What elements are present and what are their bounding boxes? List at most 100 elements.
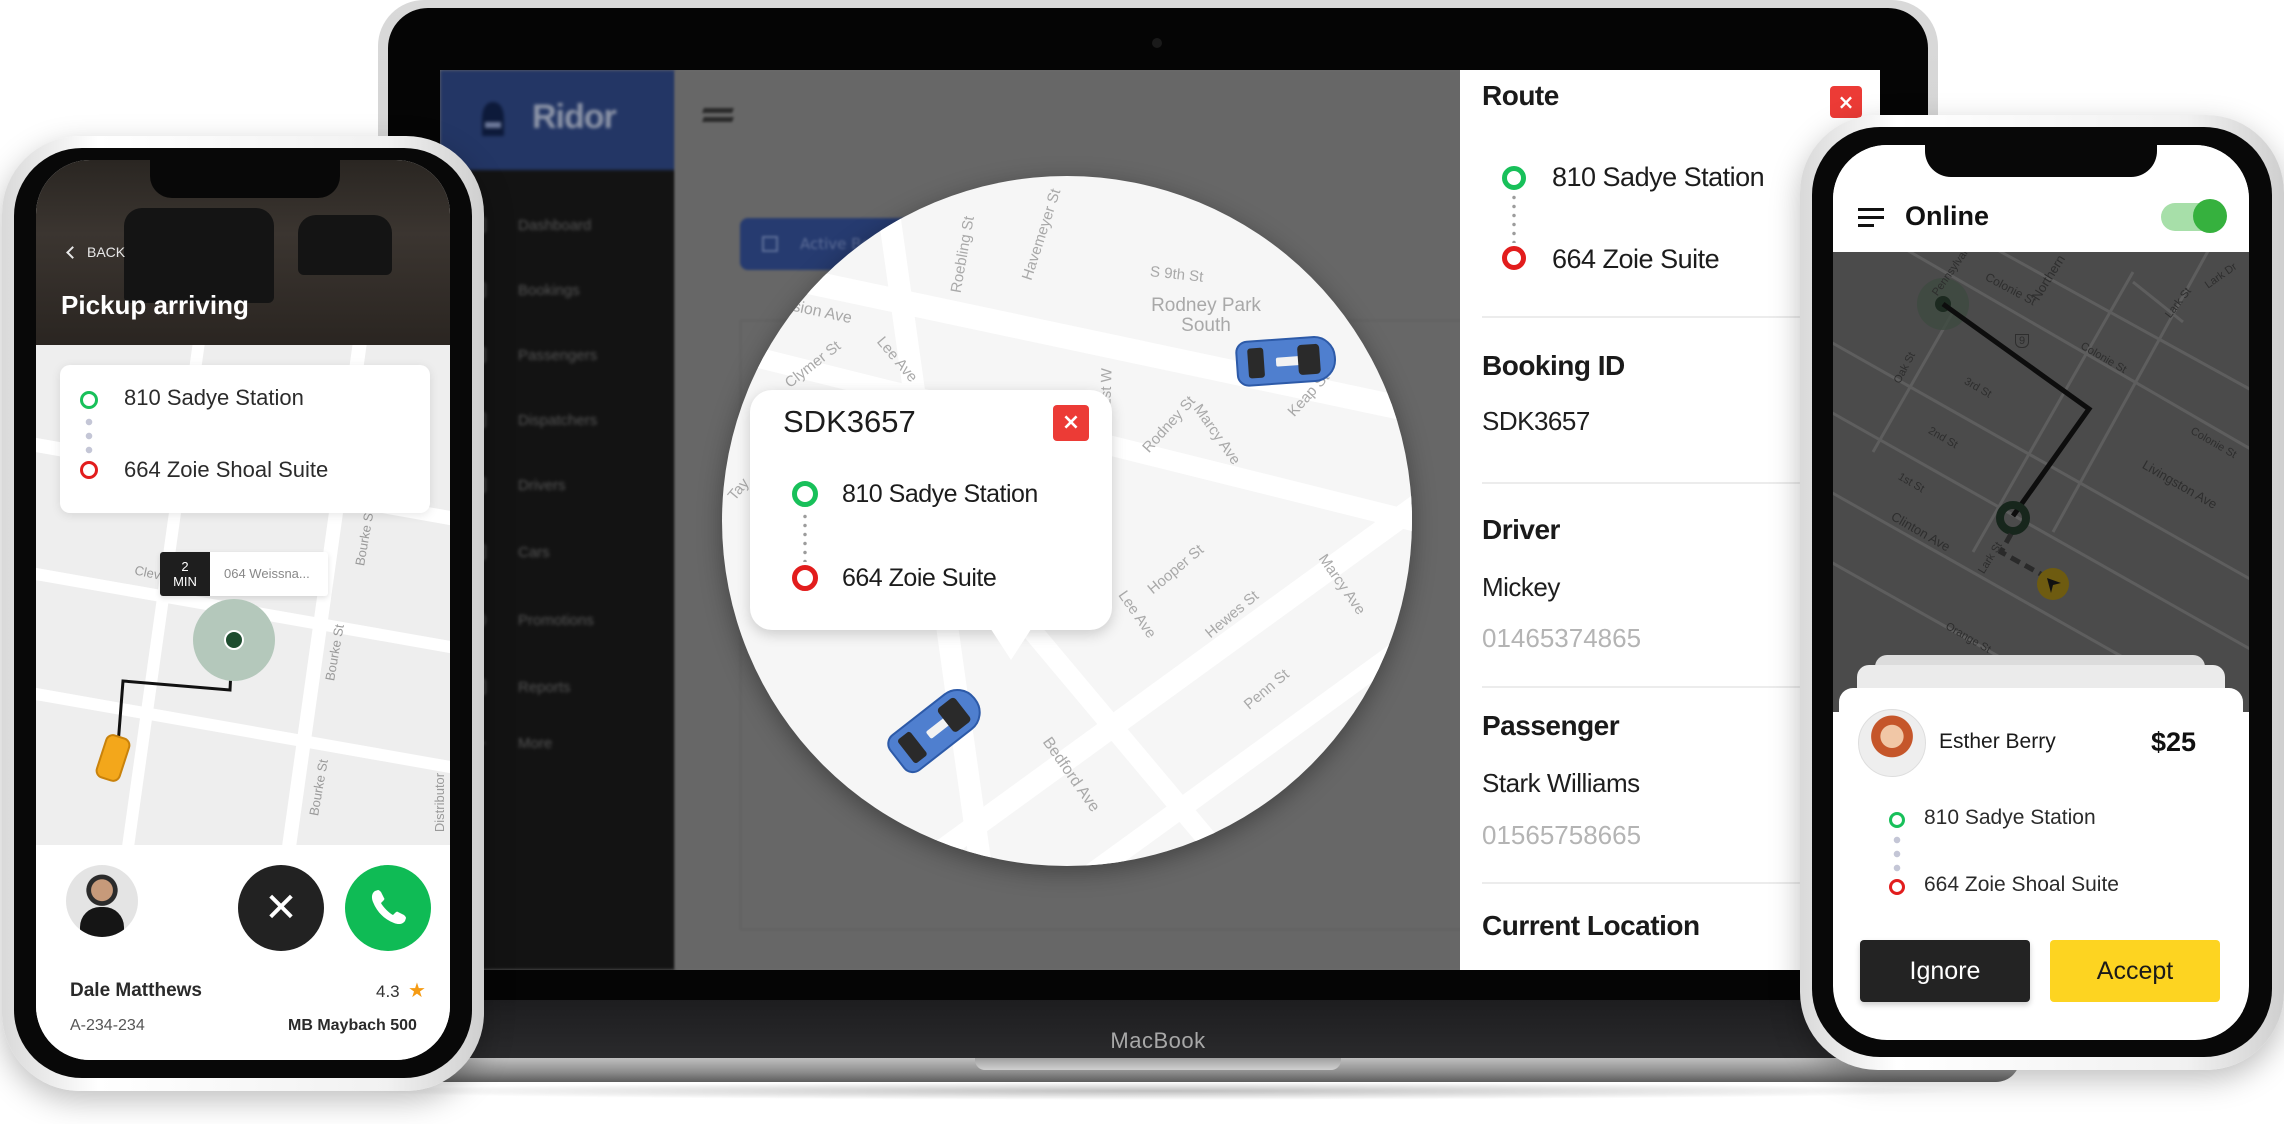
laptop-brand-label: MacBook <box>1110 1028 1206 1053</box>
dropoff-marker-icon <box>1502 246 1526 270</box>
pickup-marker-icon <box>1502 166 1526 190</box>
menu-icon[interactable] <box>1858 208 1884 228</box>
driver-name: Mickey <box>1482 572 1560 602</box>
sidebar-item-label: Passengers <box>518 346 598 364</box>
street-label: Penn St <box>1240 665 1293 714</box>
phone-icon <box>371 890 406 925</box>
passenger-avatar <box>1858 709 1926 777</box>
street-label: Roebling St <box>947 214 978 295</box>
list-icon <box>762 236 778 252</box>
screen-title: Pickup arriving <box>61 290 249 320</box>
sidebar-item-label: Dashboard <box>518 216 592 234</box>
back-button[interactable]: BACK <box>66 244 126 260</box>
request-dropoff: 664 Zoie Shoal Suite <box>1924 873 2119 896</box>
pickup-marker-icon <box>80 391 98 409</box>
sidebar-item-label: Cars <box>518 543 550 561</box>
route-connector <box>803 512 807 562</box>
sidebar-item-label: Drivers <box>518 476 566 494</box>
booking-id-heading: Booking ID <box>1482 350 1625 381</box>
sidebar-item-label: Reports <box>518 678 571 696</box>
sidebar-item-label: Dispatchers <box>518 411 598 429</box>
driver-status-label: Online <box>1905 201 1990 231</box>
laptop-camera <box>1152 38 1162 48</box>
close-popup-button[interactable]: × <box>1053 405 1089 441</box>
driver-phone[interactable]: 01465374865 <box>1482 623 1641 654</box>
close-panel-button[interactable]: × <box>1830 86 1862 118</box>
driver-name: Dale Matthews <box>70 980 202 1001</box>
menu-toggle-button[interactable] <box>702 108 734 130</box>
request-pickup: 810 Sadye Station <box>1924 806 2096 829</box>
route-shield: 9 <box>2015 334 2030 348</box>
phone-notch <box>150 160 340 198</box>
popup-dropoff: 664 Zoie Suite <box>842 564 997 592</box>
cancel-ride-button[interactable]: ✕ <box>238 865 324 951</box>
driver-avatar <box>66 865 138 937</box>
eta-minutes: 2 MIN <box>160 552 210 596</box>
ignore-button[interactable]: Ignore <box>1860 940 2030 1002</box>
sidebar-item-label: Bookings <box>518 281 580 299</box>
street-label: Tay <box>724 475 753 504</box>
eta-unit: MIN <box>173 574 197 589</box>
street-label: Rodney St <box>1139 392 1199 457</box>
passenger-name: Esther Berry <box>1939 730 2056 753</box>
booking-id-value: SDK3657 <box>1482 406 1590 436</box>
street-label: sion Ave <box>790 297 854 328</box>
phone-notch <box>1925 145 2157 177</box>
driver-heading: Driver <box>1482 514 1560 545</box>
sidebar-item-drivers[interactable]: Drivers <box>470 470 566 500</box>
passenger-heading: Passenger <box>1482 710 1620 741</box>
area-label: Rodney Park South <box>1151 295 1261 336</box>
accept-button[interactable]: Accept <box>2050 940 2220 1002</box>
street-label: Hooper St <box>1144 541 1208 598</box>
route-connector <box>1892 833 1902 875</box>
eta-badge: 2 MIN 064 Weissna... <box>160 552 328 596</box>
pickup-location-marker <box>224 630 244 650</box>
eta-value: 2 <box>181 559 189 574</box>
star-icon: ★ <box>408 978 426 1002</box>
vehicle-marker[interactable] <box>1234 334 1338 388</box>
driver-rating: 4.3 <box>376 982 400 1001</box>
brand-name: Ridor <box>532 98 617 136</box>
sidebar-item-dispatchers[interactable]: Dispatchers <box>470 405 597 435</box>
sidebar-item-passengers[interactable]: Passengers <box>470 340 597 370</box>
online-toggle-knob[interactable] <box>2193 199 2227 233</box>
dropoff-marker-icon <box>80 461 98 479</box>
laptop-shadow <box>340 1082 1980 1100</box>
sidebar-item-reports[interactable]: Reports <box>470 672 571 702</box>
hero-car-image <box>124 208 274 303</box>
sidebar-item-dashboard[interactable]: Dashboard <box>470 210 591 240</box>
call-driver-button[interactable] <box>345 865 431 951</box>
pickup-marker-icon <box>792 481 818 507</box>
popup-booking-id: SDK3657 <box>783 404 916 439</box>
trip-route-card: 810 Sadye Station 664 Zoie Shoal Suite <box>60 365 430 513</box>
street-label: Havemeyer St <box>1018 186 1065 283</box>
passenger-name: Stark Williams <box>1482 768 1640 798</box>
route-connector <box>1512 193 1516 243</box>
sidebar-item-bookings[interactable]: Bookings <box>470 275 580 305</box>
driver-phone-screen: Online Colonie St Northern Pennsylvania … <box>1833 145 2249 1040</box>
route-heading: Route <box>1482 80 1559 111</box>
sidebar-item-label: Promotions <box>518 611 594 629</box>
trip-pickup: 810 Sadye Station <box>124 385 304 410</box>
eta-address: 064 Weissna... <box>224 566 310 581</box>
hero-car-image <box>298 215 392 275</box>
popup-pointer <box>985 620 1037 660</box>
sidebar-header: Ridor <box>440 70 675 170</box>
vehicle-model: MB Maybach 500 <box>288 1017 417 1034</box>
route-connector <box>84 415 94 457</box>
sidebar-item-label: More <box>518 734 553 752</box>
back-label: BACK <box>87 244 126 260</box>
route-pickup: 810 Sadye Station <box>1552 162 1765 192</box>
brand-logo-icon <box>482 102 504 136</box>
ride-fare: $25 <box>2151 727 2197 757</box>
laptop-hinge-notch <box>975 1058 1341 1070</box>
dropoff-marker-icon <box>1889 879 1905 895</box>
street-label: S 9th St <box>1149 263 1205 286</box>
driver-map[interactable]: Colonie St Northern Pennsylvania Lark St… <box>1833 252 2249 712</box>
vehicle-plate: A-234-234 <box>70 1017 145 1034</box>
pickup-marker-icon <box>1889 812 1905 828</box>
passenger-phone-screen: BACK Pickup arriving Cleveland St Bourke… <box>36 160 450 1060</box>
current-location-heading: Current Location <box>1482 910 1700 941</box>
sidebar-item-promotions[interactable]: Promotions <box>470 605 594 635</box>
passenger-phone[interactable]: 01565758665 <box>1482 820 1641 851</box>
